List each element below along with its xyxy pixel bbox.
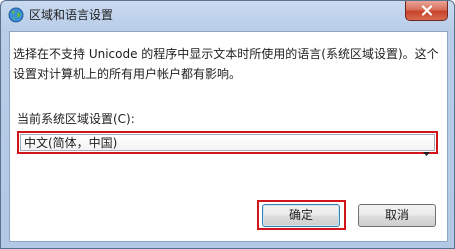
close-button[interactable] [405,1,448,21]
locale-label: 当前系统区域设置(C): [17,112,135,126]
description-text: 选择在不支持 Unicode 的程序中显示文本时所使用的语言(系统区域设置)。这… [13,47,439,81]
locale-select-box[interactable]: 中文(简体，中国) [20,134,435,156]
locale-select[interactable]: 中文(简体，中国) [17,131,438,156]
title-bar[interactable]: 区域和语言设置 [1,1,454,31]
locale-select-value: 中文(简体，中国) [24,136,118,150]
globe-icon [8,7,24,23]
dialog-content: 选择在不支持 Unicode 的程序中显示文本时所使用的语言(系统区域设置)。这… [9,31,448,242]
dialog-window: 区域和语言设置 选择在不支持 Unicode 的程序中显示文本时所使用的语言(系… [0,0,455,249]
ok-button[interactable]: 确定 [262,204,340,227]
close-icon [421,5,433,16]
cancel-button[interactable]: 取消 [358,204,436,227]
dropdown-arrow-icon[interactable] [423,141,430,156]
window-title: 区域和语言设置 [29,8,114,22]
